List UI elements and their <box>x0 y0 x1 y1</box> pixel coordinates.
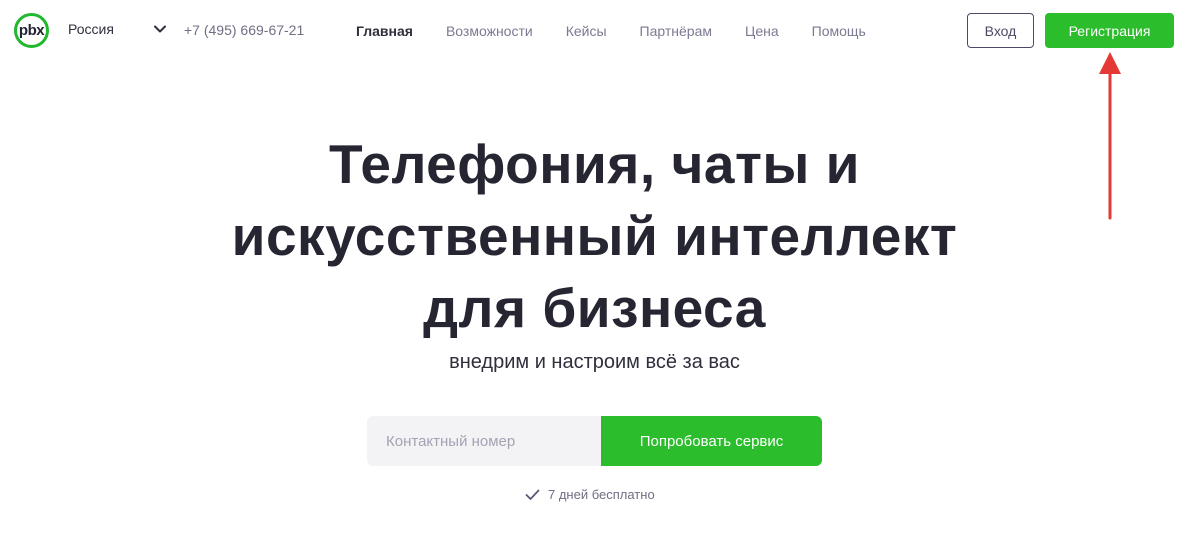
check-icon <box>525 489 540 500</box>
region-selector[interactable]: Россия <box>68 21 166 37</box>
hero-title-line: искусственный интеллект <box>231 205 958 267</box>
pbx-logo[interactable]: pbx <box>14 13 49 48</box>
nav-item-home[interactable]: Главная <box>356 23 413 39</box>
landing-page: pbx Россия +7 (495) 669-67-21 Главная Во… <box>0 0 1199 535</box>
contact-phone-input[interactable] <box>367 416 601 466</box>
hero-title-line: для бизнеса <box>423 277 766 339</box>
try-service-button[interactable]: Попробовать сервис <box>601 416 822 466</box>
region-label: Россия <box>68 21 114 37</box>
hero-title-line: Телефония, чаты и <box>329 133 860 195</box>
nav-item-features[interactable]: Возможности <box>446 23 533 39</box>
hero-subtitle: внедрим и настроим всё за вас <box>449 351 740 373</box>
main-nav: Главная Возможности Кейсы Партнёрам Цена… <box>356 23 899 39</box>
login-button[interactable]: Вход <box>967 13 1034 48</box>
register-button[interactable]: Регистрация <box>1045 13 1174 48</box>
nav-item-partners[interactable]: Партнёрам <box>640 23 712 39</box>
nav-item-help[interactable]: Помощь <box>812 23 866 39</box>
phone-number[interactable]: +7 (495) 669-67-21 <box>184 22 304 38</box>
trial-note: 7 дней бесплатно <box>525 487 655 502</box>
nav-item-cases[interactable]: Кейсы <box>566 23 607 39</box>
hero-title: Телефония, чаты и искусственный интеллек… <box>0 128 1189 344</box>
chevron-down-icon <box>154 25 166 33</box>
nav-item-price[interactable]: Цена <box>745 23 779 39</box>
trial-form: Попробовать сервис <box>367 416 822 466</box>
logo-text: pbx <box>18 22 45 39</box>
trial-note-text: 7 дней бесплатно <box>548 487 655 502</box>
